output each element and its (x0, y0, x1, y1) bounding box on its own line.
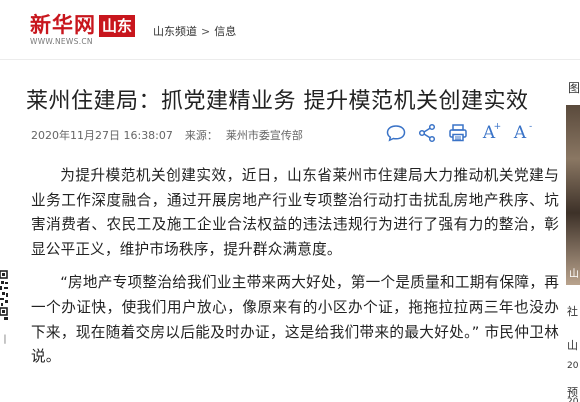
font-increase-button[interactable]: A + (478, 122, 501, 144)
right-sidebar: 图 山 社 山 20 预 20 (566, 61, 580, 402)
breadcrumb: 山东频道 > 信息 (153, 23, 236, 39)
breadcrumb-section-link[interactable]: 信息 (214, 23, 236, 39)
sidebar-item[interactable]: 社 (567, 303, 578, 319)
logo-wordmark: 新华网 WWW.NEWS.CN (30, 14, 96, 47)
font-increase-sign: + (493, 121, 502, 132)
print-icon[interactable] (447, 122, 469, 144)
qr-label: 丨 (0, 335, 10, 346)
sidebar-photo-caption: 山 (569, 269, 579, 280)
sidebar-item[interactable]: 山 (567, 337, 578, 353)
breadcrumb-separator: > (201, 24, 211, 38)
article-meta: 2020年11月27日 16:38:07 来源： 莱州市委宣传部 (31, 127, 303, 143)
font-decrease-label: A (513, 122, 527, 143)
font-decrease-button[interactable]: A- (509, 122, 532, 144)
source-label: 来源： (184, 129, 218, 142)
article-title: 莱州住建局：抓党建精业务 提升模范机关创建实效 (26, 89, 529, 114)
site-header: 新华网 WWW.NEWS.CN 山东 山东频道 > 信息 (0, 0, 580, 60)
sidebar-photo[interactable] (566, 105, 580, 285)
sidebar-heading: 图 (568, 81, 580, 95)
main-content: 莱州住建局：抓党建精业务 提升模范机关创建实效 2020年11月27日 16:3… (0, 61, 580, 402)
share-icon[interactable] (416, 122, 438, 144)
font-decrease-icon: A- (513, 122, 532, 143)
logo-url: WWW.NEWS.CN (30, 37, 93, 46)
font-increase-icon: A + (483, 122, 501, 142)
logo-region-tag: 山东 (99, 15, 136, 37)
logo-text: 新华网 (30, 13, 96, 37)
article-body: 为提升模范机关创建实效，近日，山东省莱州市住建局大力推动机关党建与业务工作深度融… (31, 164, 559, 379)
site-logo[interactable]: 新华网 WWW.NEWS.CN 山东 (30, 14, 136, 47)
breadcrumb-channel-link[interactable]: 山东频道 (153, 23, 197, 39)
publish-date: 2020年11月27日 16:38:07 (31, 129, 173, 142)
sidebar-item[interactable]: 20 (567, 361, 578, 371)
comment-icon[interactable] (385, 122, 407, 144)
article-paragraph: “房地产专项整治给我们业主带来两大好处，第一个是质量和工期有保障，再一个办证快，… (31, 274, 559, 366)
qr-code (0, 270, 9, 322)
source-name: 莱州市委宣传部 (225, 129, 303, 142)
article-paragraph: 为提升模范机关创建实效，近日，山东省莱州市住建局大力推动机关党建与业务工作深度融… (31, 167, 559, 258)
font-decrease-sign: - (529, 121, 533, 132)
article-toolbar: A + A- (385, 122, 540, 144)
sidebar-item[interactable]: 20 (567, 397, 578, 402)
